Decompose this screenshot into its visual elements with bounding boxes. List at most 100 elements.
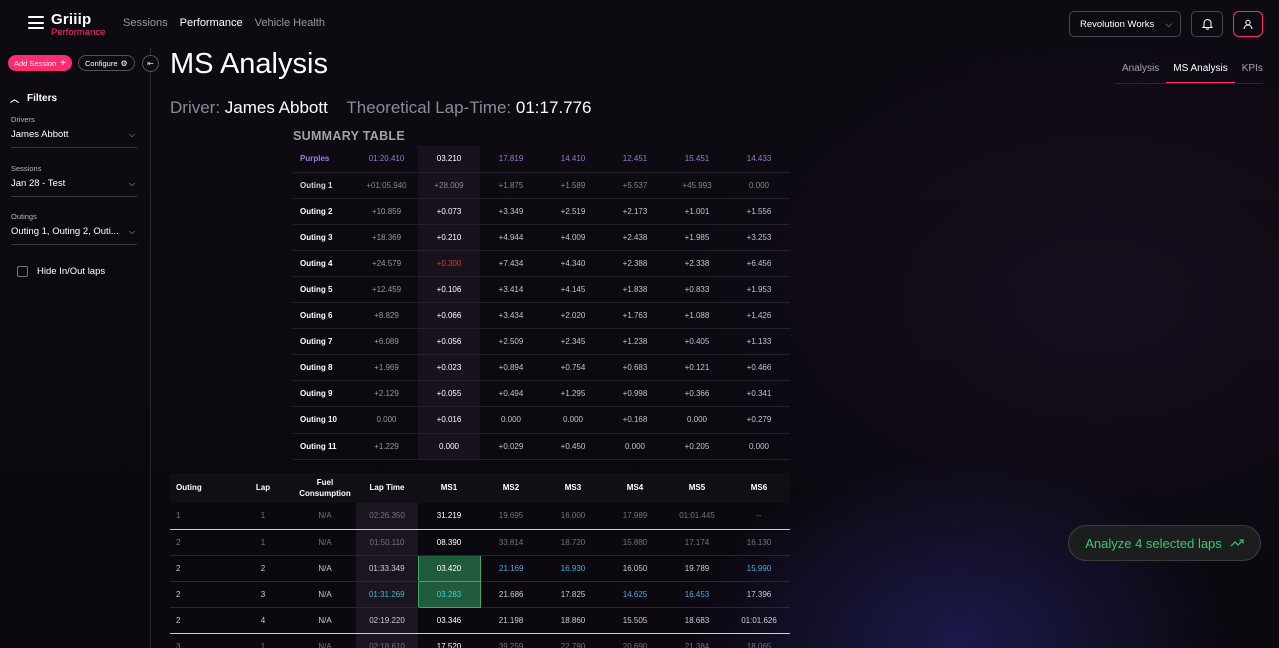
- col-ms6[interactable]: MS6: [728, 473, 790, 503]
- summary-cell: 0.000: [728, 433, 790, 460]
- notifications-button[interactable]: [1191, 11, 1223, 37]
- add-session-button[interactable]: Add Session +: [8, 55, 72, 71]
- logo-sub: Performance: [51, 27, 106, 38]
- lap-cell[interactable]: 14.625: [604, 581, 666, 608]
- summary-cell: +2.338: [666, 250, 728, 277]
- logo[interactable]: Griiip Performance: [51, 12, 105, 38]
- lap-cell[interactable]: 16.453: [666, 581, 728, 608]
- lap-cell[interactable]: 18.683: [666, 607, 728, 634]
- lap-cell[interactable]: 20.690: [604, 633, 666, 648]
- table-row[interactable]: 2 4 N/A 02:19.220 03.346 21.198 18.860 15.505 18…: [170, 607, 790, 634]
- col-ms3[interactable]: MS3: [542, 473, 604, 503]
- summary-cell: +0.405: [666, 328, 728, 356]
- lap-cell[interactable]: 18.065: [728, 633, 790, 648]
- lap-cell[interactable]: 31.219: [418, 503, 480, 530]
- lap-cell[interactable]: 16.930: [542, 555, 604, 582]
- lap-cell[interactable]: 39.259: [480, 633, 542, 648]
- summary-row-label: Outing 7: [293, 328, 355, 356]
- configure-button[interactable]: Configure ⚙: [77, 55, 135, 71]
- sessions-value: Jan 28 - Test: [11, 178, 66, 189]
- summary-cell: +0.683: [604, 354, 666, 382]
- col-lap[interactable]: Lap: [232, 473, 294, 503]
- summary-table: Purples 01:20.410 03.210 17.819 14.410 12.451…: [293, 146, 790, 460]
- user-button[interactable]: [1233, 11, 1263, 37]
- tab-ms-analysis[interactable]: MS Analysis: [1166, 60, 1235, 84]
- lap-cell[interactable]: 03.420: [417, 554, 481, 582]
- hide-laps-label: Hide In/Out laps: [37, 266, 106, 277]
- lap-cell[interactable]: 18.720: [542, 529, 604, 556]
- plus-icon: +: [60, 57, 66, 69]
- col-outing[interactable]: Outing: [170, 473, 232, 503]
- filters-header[interactable]: ︿ Filters: [10, 92, 57, 105]
- lap-cell[interactable]: 18.860: [542, 607, 604, 634]
- drivers-filter[interactable]: Drivers James Abbott ⌵: [11, 115, 137, 148]
- lap-cell[interactable]: 22.790: [542, 633, 604, 648]
- lap-cell[interactable]: 03.283: [417, 580, 481, 608]
- lap-cell[interactable]: 17.520: [418, 633, 480, 648]
- table-row[interactable]: 3 1 N/A 02:18.610 17.520 39.259 22.790 20.690 21…: [170, 633, 790, 648]
- summary-cell: +1.589: [542, 172, 604, 199]
- lap-cell[interactable]: 21.686: [480, 581, 542, 608]
- nav-sessions[interactable]: Sessions: [123, 17, 168, 29]
- col-lap-time[interactable]: Lap Time: [356, 473, 418, 503]
- summary-cell: +12.459: [355, 276, 418, 304]
- lap-cell[interactable]: --: [728, 503, 790, 530]
- lap-cell[interactable]: 08.390: [418, 529, 480, 556]
- lap-cell[interactable]: 15.990: [728, 555, 790, 582]
- lap-cell[interactable]: 03.346: [418, 607, 480, 634]
- table-row[interactable]: 2 1 N/A 01:50.110 08.390 33.814 18.720 15.880 17…: [170, 529, 790, 556]
- collapse-sidebar-button[interactable]: ⇤: [142, 55, 159, 72]
- lap-cell[interactable]: 21.198: [480, 607, 542, 634]
- logo-main: Griiip: [51, 11, 92, 28]
- summary-cell: +3.414: [480, 276, 542, 304]
- menu-icon[interactable]: [28, 16, 44, 29]
- summary-cell: +0.341: [728, 380, 790, 408]
- col-ms2[interactable]: MS2: [480, 473, 542, 503]
- summary-cell: +1.953: [728, 276, 790, 304]
- col-ms1[interactable]: MS1: [418, 473, 480, 503]
- lap-cell[interactable]: 17.989: [604, 503, 666, 530]
- table-row[interactable]: 2 2 N/A 01:33.349 03.420 21.169 16.930 16.050 19…: [170, 554, 790, 582]
- tab-analysis[interactable]: Analysis: [1115, 60, 1166, 84]
- lap-cell: 1: [232, 529, 294, 556]
- hide-laps-toggle[interactable]: Hide In/Out laps: [17, 266, 105, 277]
- table-row[interactable]: 1 1 N/A 02:26.350 31.219 19.695 16.000 17.989 01…: [170, 503, 790, 530]
- summary-cell: 0.000: [728, 172, 790, 199]
- col-fuel[interactable]: Fuel Consumption: [294, 473, 356, 503]
- tab-kpis[interactable]: KPIs: [1235, 60, 1270, 84]
- lap-cell[interactable]: 16.130: [728, 529, 790, 556]
- analyze-laps-button[interactable]: Analyze 4 selected laps: [1068, 525, 1261, 561]
- summary-cell: +6.089: [355, 328, 418, 356]
- lap-cell[interactable]: 01:01.445: [666, 503, 728, 530]
- view-tabs: Analysis MS Analysis KPIs: [1115, 60, 1270, 84]
- lap-cell[interactable]: 01:01.626: [728, 607, 790, 634]
- lap-cell[interactable]: 33.814: [480, 529, 542, 556]
- lap-cell[interactable]: 15.880: [604, 529, 666, 556]
- lap-cell[interactable]: 17.825: [542, 581, 604, 608]
- col-ms4[interactable]: MS4: [604, 473, 666, 503]
- lap-cell[interactable]: 21.169: [480, 555, 542, 582]
- tabs-divider: [1115, 83, 1263, 84]
- lap-cell[interactable]: 17.396: [728, 581, 790, 608]
- lap-cell[interactable]: 19.695: [480, 503, 542, 530]
- hide-laps-checkbox[interactable]: [17, 266, 28, 277]
- lap-cell[interactable]: 19.789: [666, 555, 728, 582]
- nav-performance[interactable]: Performance: [180, 17, 243, 29]
- org-select[interactable]: Revolution Works ⌵: [1069, 11, 1181, 37]
- lap-cell[interactable]: 15.505: [604, 607, 666, 634]
- summary-cell: +0.073: [418, 198, 480, 225]
- summary-cell: +4.340: [542, 250, 604, 277]
- col-ms5[interactable]: MS5: [666, 473, 728, 503]
- lap-cell[interactable]: 16.000: [542, 503, 604, 530]
- table-row[interactable]: 2 3 N/A 01:31.269 03.283 21.686 17.825 14.625 16…: [170, 580, 790, 608]
- lap-cell[interactable]: 21.384: [666, 633, 728, 648]
- lap-cell[interactable]: 17.174: [666, 529, 728, 556]
- lap-cell[interactable]: 16.050: [604, 555, 666, 582]
- outings-filter[interactable]: Outings Outing 1, Outing 2, Outi... ⌵: [11, 212, 137, 245]
- summary-cell: +0.894: [480, 354, 542, 382]
- sessions-filter[interactable]: Sessions Jan 28 - Test ⌵: [11, 164, 137, 197]
- summary-cell: +3.434: [480, 302, 542, 330]
- nav-vehicle-health[interactable]: Vehicle Health: [255, 17, 325, 29]
- summary-cell: 0.000: [480, 406, 542, 434]
- summary-row-label: Outing 3: [293, 224, 355, 251]
